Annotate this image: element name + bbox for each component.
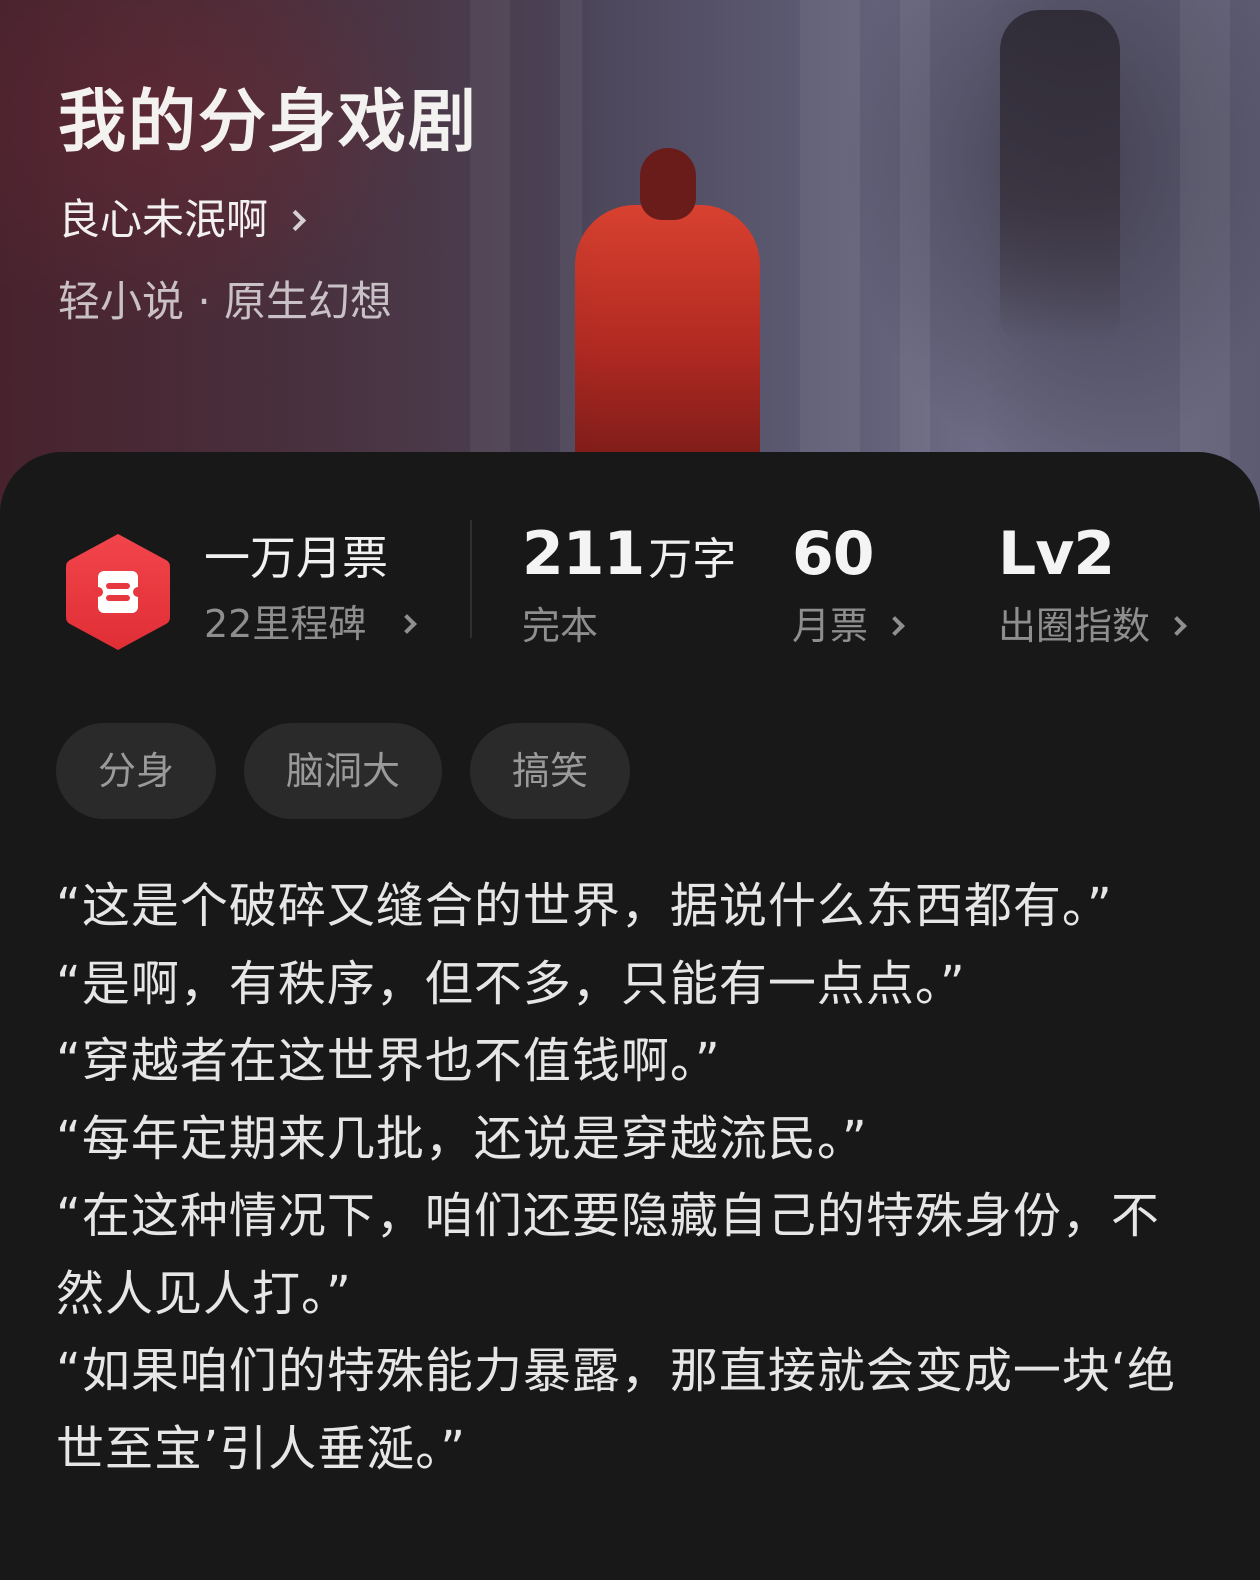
circle-index-stat[interactable]: Lv2 出圈指数 [998,519,1187,654]
tag-chip[interactable]: 分身 [56,723,217,819]
intro-paragraph: “穿越者在这世界也不值钱啊。” [56,1033,721,1089]
monthly-votes-value: 60 [792,519,874,589]
intro-paragraph: “每年定期来几批，还说是穿越流民。” [56,1110,868,1167]
circle-index-label: 出圈指数 [998,604,1151,648]
book-status: 完本 [522,604,599,648]
tag-chip[interactable]: 搞笑 [470,723,631,819]
word-count-unit: 万字 [648,534,737,585]
book-genre: 轻小说 · 原生幻想 [58,277,393,326]
author-name: 良心未泯啊 [58,195,269,244]
intro-paragraph: “这是个破碎又缝合的世界，据说什么东西都有。” [56,878,1113,934]
tag-chip[interactable]: 脑洞大 [244,723,443,819]
milestone-subtitle: 22里程碑 [204,602,367,646]
book-intro[interactable]: “这是个破碎又缝合的世界，据说什么东西都有。” “是啊，有秩序，但不多，只能有一… [56,868,1186,1488]
intro-paragraph: “是啊，有秩序，但不多，只能有一点点。” [56,955,966,1012]
chevron-right-icon [885,616,905,636]
intro-paragraph: “如果咱们的特殊能力暴露，那直接就会变成一块‘绝世至宝’引人垂涎。” [56,1343,1177,1477]
chevron-right-icon [397,614,418,634]
chevron-right-icon [284,209,307,231]
author-link[interactable]: 良心未泯啊 [58,190,307,250]
word-count-value: 211 [522,519,645,589]
monthly-votes-label: 月票 [792,604,869,648]
monthly-votes-stat[interactable]: 60 月票 [792,519,905,654]
circle-index-value: Lv2 [998,519,1115,589]
cover-banner [0,0,1260,520]
book-title: 我的分身戏剧 [58,82,479,162]
cover-shade [0,0,1260,520]
chevron-right-icon [1167,616,1187,636]
stats-divider [470,520,472,638]
ticket-hexagon-icon[interactable] [62,530,174,654]
tag-list: 分身 脑洞大 搞笑 [56,723,658,819]
word-count-stat: 211 万字 完本 [522,520,736,654]
intro-paragraph: “在这种情况下，咱们还要隐藏自己的特殊身份，不然人见人打。” [56,1188,1160,1322]
milestone-title: 一万月票 [204,531,388,585]
milestone-link[interactable]: 22里程碑 [204,596,418,652]
